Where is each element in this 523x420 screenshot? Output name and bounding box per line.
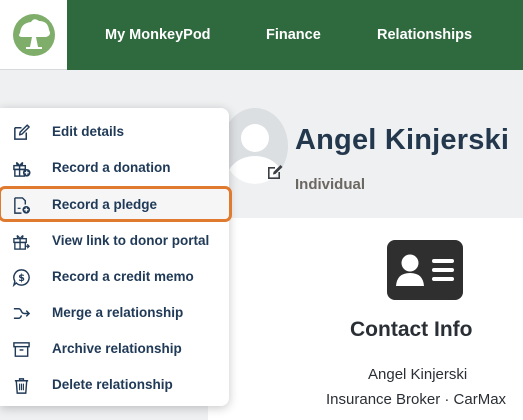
relationship-type: Individual xyxy=(295,176,366,193)
menu-item-delete-relationship[interactable]: Delete relationship xyxy=(0,367,229,403)
gift-link-icon xyxy=(13,235,30,250)
menu-item-label: Delete relationship xyxy=(52,377,173,392)
contact-info-title: Contact Info xyxy=(350,318,473,341)
menu-item-label: Record a credit memo xyxy=(52,269,194,284)
menu-item-label: Edit details xyxy=(52,124,125,139)
document-plus-icon xyxy=(14,197,31,214)
menu-item-merge-relationship[interactable]: Merge a relationship xyxy=(0,295,229,331)
menu-item-record-credit-memo[interactable]: $ Record a credit memo xyxy=(0,259,229,295)
actions-dropdown-menu: Edit details Record a donation Record a … xyxy=(0,108,232,406)
menu-item-label: Record a pledge xyxy=(52,197,158,212)
contact-name: Angel Kinjerski xyxy=(368,366,468,383)
nav-my-monkeypod[interactable]: My MonkeyPod xyxy=(105,27,211,43)
menu-item-label: Merge a relationship xyxy=(52,305,184,320)
menu-item-label: Archive relationship xyxy=(52,341,182,356)
menu-item-record-pledge[interactable]: Record a pledge xyxy=(0,186,232,222)
nav-finance[interactable]: Finance xyxy=(266,27,321,43)
svg-text:$: $ xyxy=(18,273,25,284)
archive-box-icon xyxy=(13,342,30,357)
dollar-bubble-icon: $ xyxy=(12,269,30,287)
menu-item-view-donor-portal[interactable]: View link to donor portal xyxy=(0,223,229,259)
menu-item-archive-relationship[interactable]: Archive relationship xyxy=(0,331,229,367)
edit-avatar-icon[interactable] xyxy=(266,163,284,181)
contact-job: Insurance Broker · CarMax xyxy=(326,391,507,408)
nav-relationships[interactable]: Relationships xyxy=(377,27,472,43)
trash-icon xyxy=(14,378,29,394)
edit-icon xyxy=(14,124,30,140)
monkeypod-tree-logo xyxy=(12,13,55,56)
menu-item-label: Record a donation xyxy=(52,160,171,175)
menu-item-record-donation[interactable]: Record a donation xyxy=(0,150,229,186)
avatar-head-shape xyxy=(241,124,269,152)
menu-item-edit-details[interactable]: Edit details xyxy=(0,114,229,150)
person-name: Angel Kinjerski xyxy=(295,124,510,156)
gift-plus-icon xyxy=(13,162,31,177)
merge-arrow-icon xyxy=(13,308,31,319)
top-nav-bar: My MonkeyPod Finance Relationships xyxy=(67,0,523,70)
menu-item-label: View link to donor portal xyxy=(52,233,210,248)
logo-container[interactable] xyxy=(0,0,67,70)
contact-card-icon xyxy=(387,240,463,300)
